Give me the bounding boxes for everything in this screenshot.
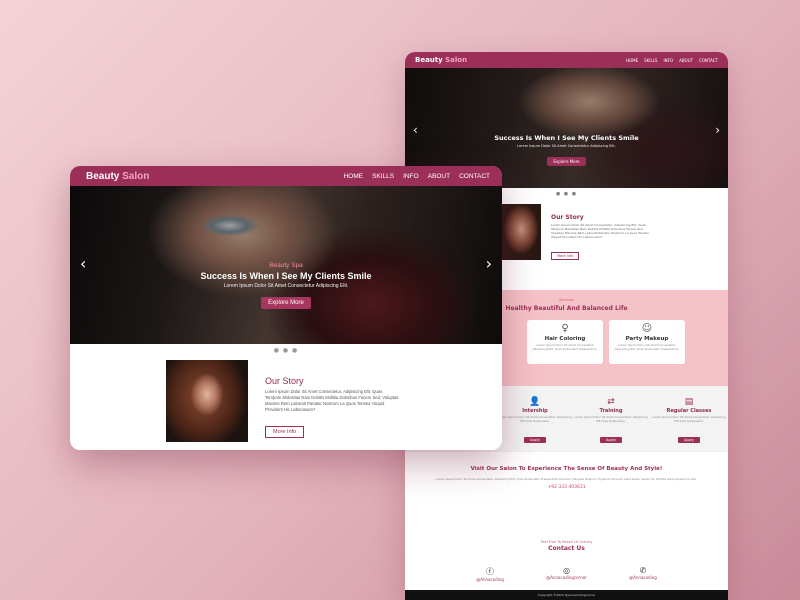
whatsapp-icon: ✆ bbox=[639, 566, 647, 575]
story-photo bbox=[166, 360, 248, 442]
story-title: Our Story bbox=[265, 376, 304, 386]
back-nav-info[interactable]: INFO bbox=[663, 58, 673, 63]
back-more-info-button[interactable]: More Info bbox=[551, 252, 580, 260]
visit-title: Visit Our Salon To Experience The Sense … bbox=[470, 466, 663, 472]
program-text: Lorem Ipsum Dolor Sit Amet Consectetur A… bbox=[652, 415, 726, 423]
back-hero-title: Success Is When I See My Clients Smile bbox=[494, 134, 639, 142]
hero-slider: ‹ › Beauty Spa Success Is When I See My … bbox=[70, 186, 502, 344]
nav-info[interactable]: INFO bbox=[403, 173, 419, 180]
apply-button[interactable]: Apply bbox=[524, 437, 546, 444]
back-logo-accent: Salon bbox=[445, 56, 468, 64]
front-page-mockup: Beauty Salon HOME SKILLS INFO ABOUT CONT… bbox=[70, 166, 502, 450]
back-story-photo bbox=[497, 204, 541, 260]
contact-title: Contact Us bbox=[548, 545, 585, 552]
apply-button[interactable]: Apply bbox=[600, 437, 622, 444]
contact-section: Feel Free To Reach Us Quickly Contact Us… bbox=[405, 526, 728, 600]
back-hero-caption: Success Is When I See My Clients Smile L… bbox=[405, 134, 728, 167]
more-info-button[interactable]: More Info bbox=[265, 426, 305, 438]
hero-subtitle: Lorem Ipsum Dolor Sit Amet Consectetur A… bbox=[223, 283, 349, 289]
contact-eyebrow: Feel Free To Reach Us Quickly bbox=[540, 540, 593, 544]
program-regular-classes: ▤ Regular Classes Lorem Ipsum Dolor Sit … bbox=[651, 396, 727, 445]
service-card-party-makeup[interactable]: ☺ Party Makeup Lorem Ipsum Dolor Sit Ame… bbox=[609, 320, 685, 364]
back-logo-name: Beauty bbox=[415, 56, 443, 64]
program-name: Training bbox=[599, 408, 623, 414]
logo-accent: Salon bbox=[122, 170, 150, 182]
program-intership: 👤 Intership Lorem Ipsum Dolor Sit Amet C… bbox=[497, 396, 573, 445]
hero-title: Success Is When I See My Clients Smile bbox=[200, 271, 372, 281]
logo-name: Beauty bbox=[86, 170, 120, 182]
phone-number[interactable]: +92 333 403631 bbox=[435, 485, 698, 490]
service-text: Lorem Ipsum Dolor Sit Amet Consectetur A… bbox=[614, 343, 680, 351]
navbar: Beauty Salon HOME SKILLS INFO ABOUT CONT… bbox=[70, 166, 502, 186]
program-text: Lorem Ipsum Dolor Sit Amet Consectetur A… bbox=[574, 415, 648, 423]
back-nav-about[interactable]: ABOUT bbox=[679, 58, 693, 63]
visit-section: Visit Our Salon To Experience The Sense … bbox=[405, 452, 728, 526]
social-handle: @Annacodingcorner bbox=[546, 575, 587, 580]
story-text: Lorem Ipsum Dolor Sit Amet Consectetur, … bbox=[265, 389, 399, 412]
nav-home[interactable]: HOME bbox=[344, 173, 364, 180]
visit-text: Lorem Ipsum Dolor Sit Amet Consectetur A… bbox=[436, 476, 697, 481]
back-explore-button[interactable]: Explore More bbox=[547, 157, 586, 166]
program-training: ⇄ Training Lorem Ipsum Dolor Sit Amet Co… bbox=[573, 396, 649, 445]
service-name: Hair Coloring bbox=[544, 336, 586, 342]
social-facebook[interactable]: ⓕ @Annacoding bbox=[476, 566, 504, 582]
shuffle-icon: ⇄ bbox=[607, 397, 615, 407]
service-text: Lorem Ipsum Dolor Sit Amet Consectetur A… bbox=[532, 343, 598, 351]
program-text: Lorem Ipsum Dolor Sit Amet Consectetur A… bbox=[498, 415, 572, 423]
hero-caption: Beauty Spa Success Is When I See My Clie… bbox=[70, 262, 502, 309]
social-handle: @Annacoding bbox=[476, 577, 504, 582]
service-card-hair-coloring[interactable]: ♀ Hair Coloring Lorem Ipsum Dolor Sit Am… bbox=[527, 320, 603, 364]
back-nav-menu: HOME SKILLS INFO ABOUT CONTACT bbox=[626, 58, 718, 63]
clipboard-icon: ▤ bbox=[684, 397, 694, 407]
social-links: ⓕ @Annacoding ◎ @Annacodingcorner ✆ @Ann… bbox=[405, 552, 728, 582]
nav-about[interactable]: ABOUT bbox=[428, 173, 450, 180]
social-handle: @Annacoding bbox=[629, 575, 657, 580]
hero-eyebrow: Beauty Spa bbox=[269, 262, 303, 269]
instagram-icon: ◎ bbox=[563, 566, 570, 575]
facebook-icon: ⓕ bbox=[486, 567, 495, 576]
social-whatsapp[interactable]: ✆ @Annacoding bbox=[629, 566, 657, 582]
back-nav-contact[interactable]: CONTACT bbox=[699, 58, 718, 63]
back-story-title: Our Story bbox=[551, 214, 584, 221]
explore-more-button[interactable]: Explore More bbox=[261, 297, 311, 309]
apply-button[interactable]: Apply bbox=[678, 437, 700, 444]
service-name: Party Makeup bbox=[625, 336, 669, 342]
back-hero-subtitle: Lorem Ipsum Dolor Sit Amet Consectetur A… bbox=[517, 144, 616, 148]
back-logo[interactable]: Beauty Salon bbox=[415, 56, 467, 64]
footer: Copyright ©2023 @Annacodingcorner bbox=[405, 590, 728, 600]
back-story-text: Lorem Ipsum Dolor Sit Amet Consectetur, … bbox=[551, 223, 650, 240]
nav-menu: HOME SKILLS INFO ABOUT CONTACT bbox=[344, 173, 490, 180]
program-name: Regular Classes bbox=[666, 408, 712, 414]
back-nav-home[interactable]: HOME bbox=[626, 58, 638, 63]
nav-contact[interactable]: CONTACT bbox=[459, 173, 490, 180]
slider-dots[interactable]: ● ● ● bbox=[70, 344, 502, 358]
back-navbar: Beauty Salon HOME SKILLS INFO ABOUT CONT… bbox=[405, 52, 728, 68]
user-plus-icon: 👤 bbox=[529, 397, 541, 407]
back-nav-skills[interactable]: SKILLS bbox=[644, 58, 657, 63]
program-name: Intership bbox=[522, 408, 548, 414]
makeup-icon: ☺ bbox=[641, 323, 653, 334]
hair-icon: ♀ bbox=[561, 323, 569, 334]
social-instagram[interactable]: ◎ @Annacodingcorner bbox=[546, 566, 587, 582]
logo[interactable]: Beauty Salon bbox=[86, 171, 149, 182]
nav-skills[interactable]: SKILLS bbox=[372, 173, 394, 180]
story-section: Our Story Lorem Ipsum Dolor Sit Amet Con… bbox=[70, 358, 502, 450]
